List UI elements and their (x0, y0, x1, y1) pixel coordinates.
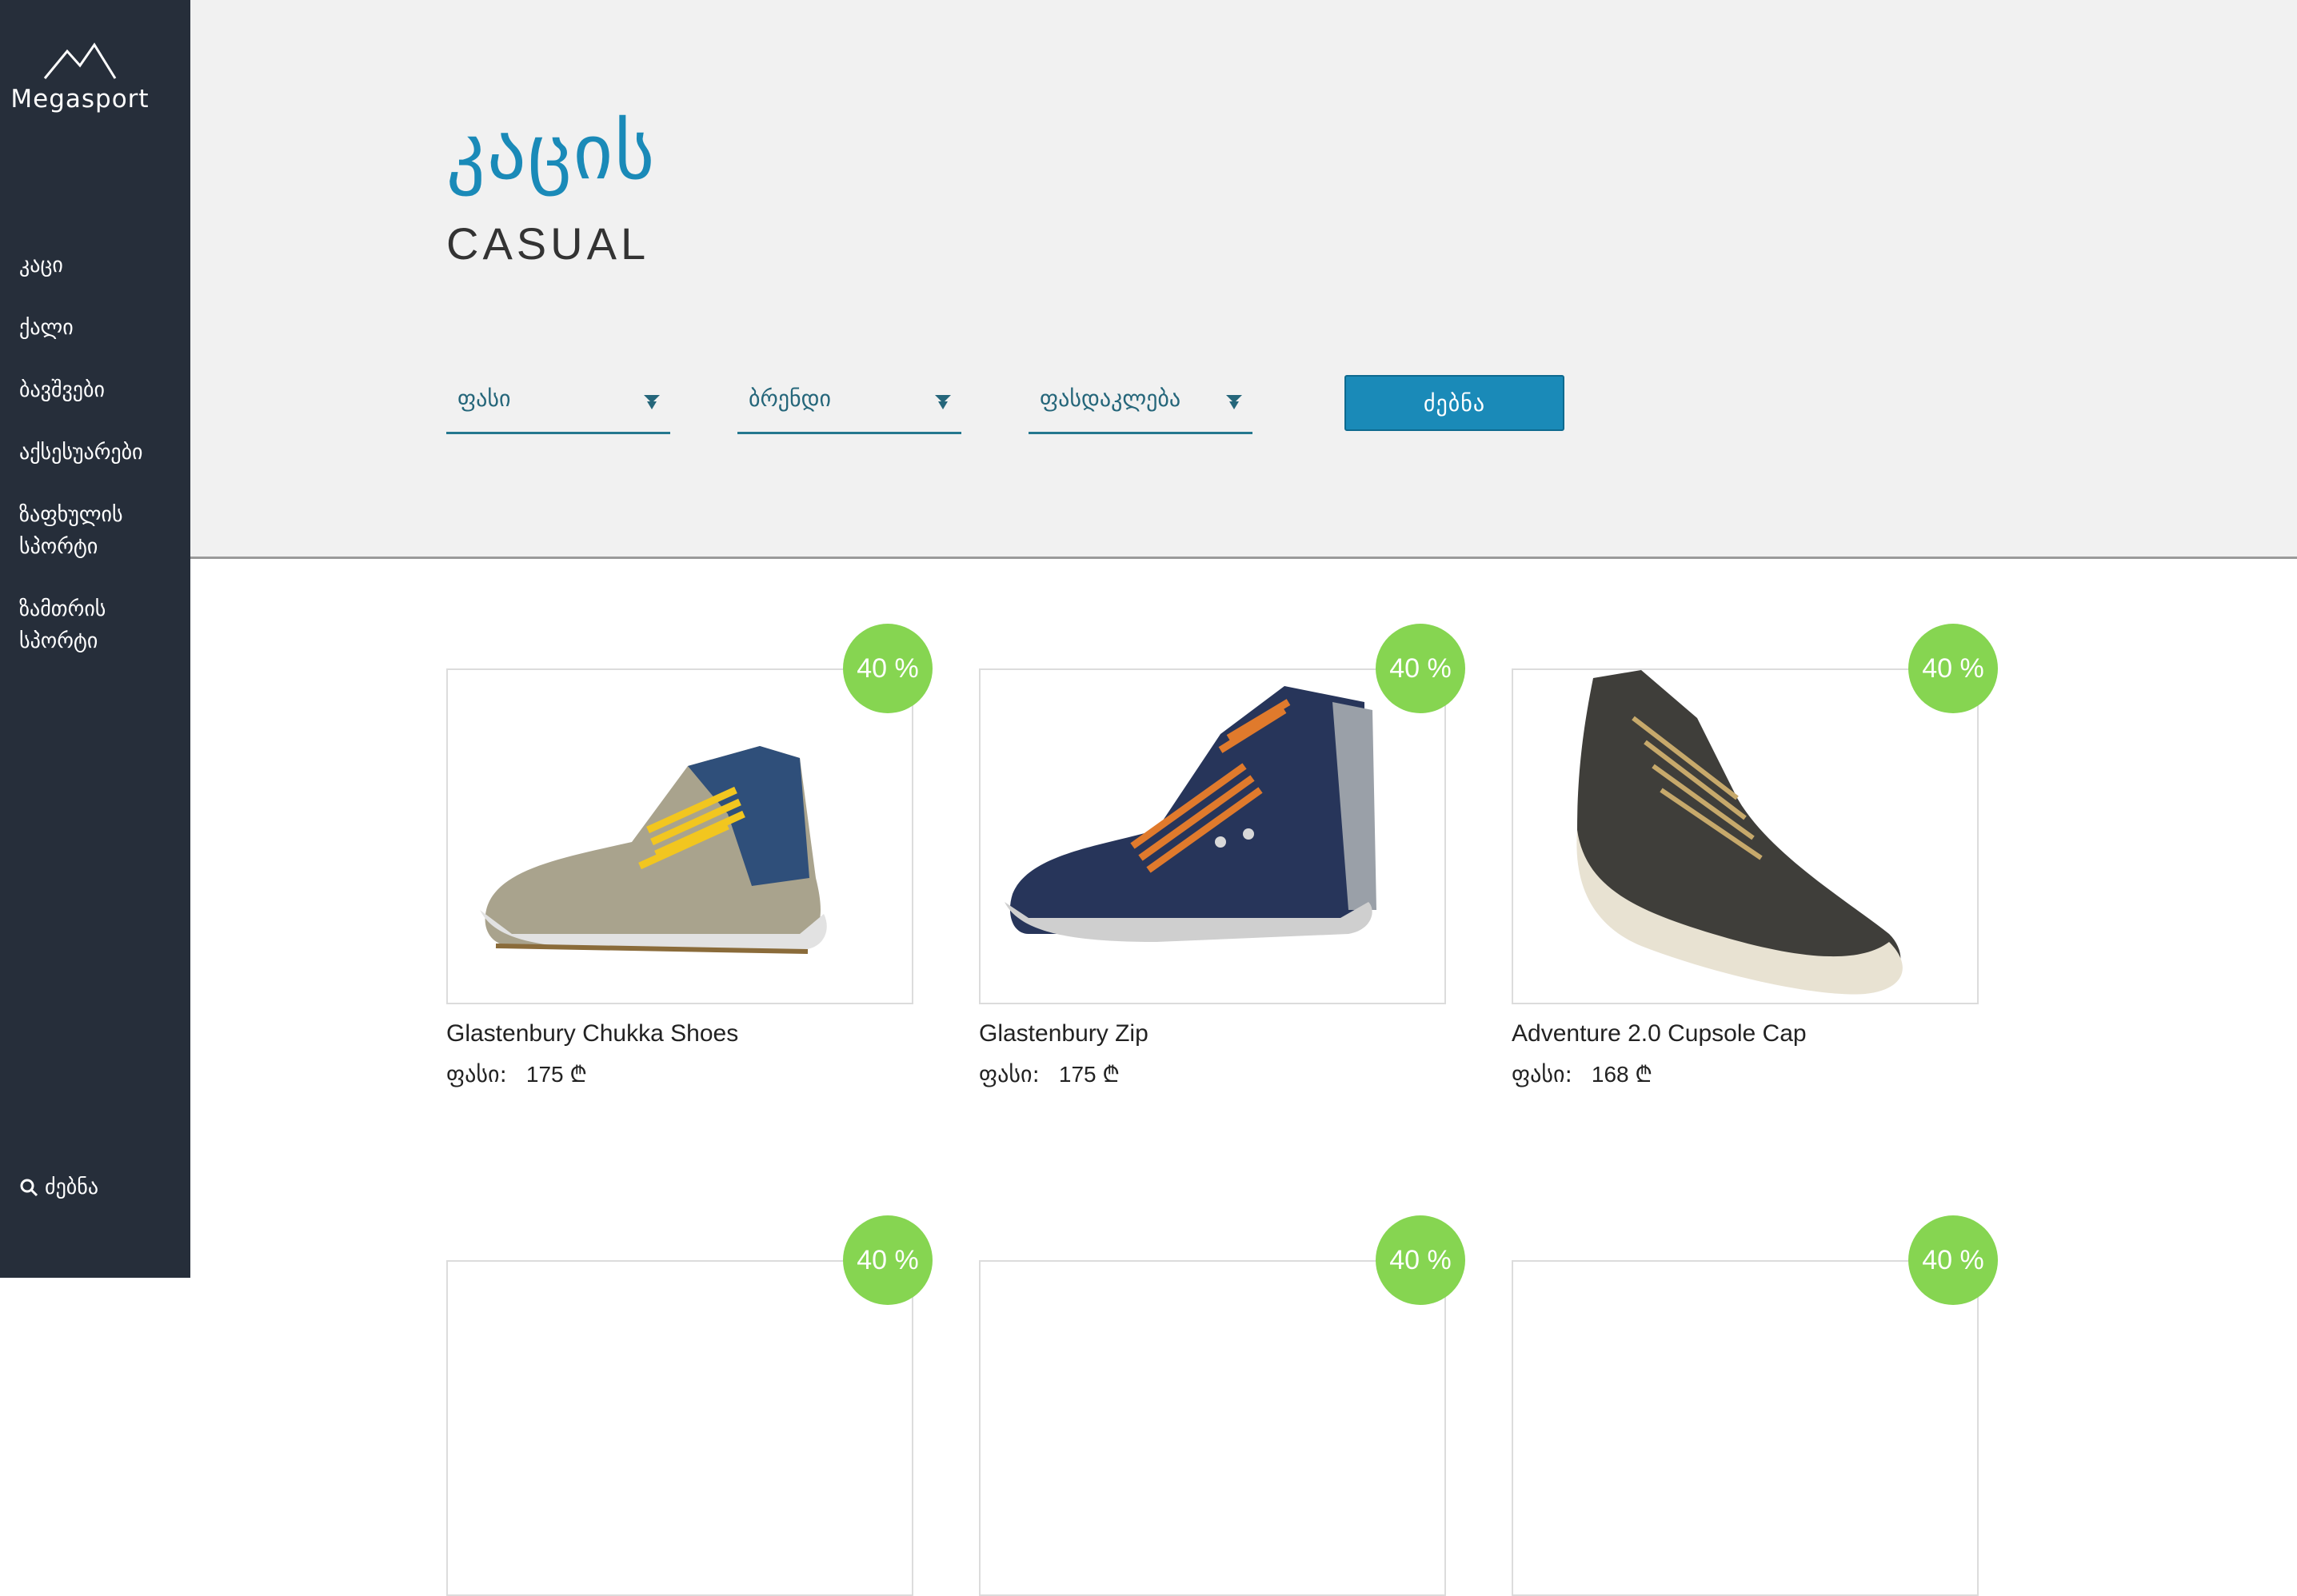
chevron-down-icon (935, 395, 951, 409)
boot-image (1576, 670, 1903, 995)
chevron-down-icon (644, 395, 660, 409)
page-title: კაცის (446, 107, 657, 197)
chevron-down-icon (1226, 395, 1242, 409)
nav-item-kids[interactable]: ბავშვები (19, 374, 163, 406)
main-nav: კაცი ქალი ბავშვები აქსესუარები ზაფხულის … (19, 249, 179, 688)
discount-badge: 40 % (843, 624, 933, 713)
search-button[interactable]: ძებნა (1344, 375, 1564, 431)
nav-item-winter-sport[interactable]: ზამთრის სპორტი (19, 593, 163, 657)
nav-item-accessories[interactable]: აქსესუარები (19, 437, 163, 469)
product-price: ფასი: 168 ₾ (1512, 1059, 1652, 1089)
price-filter-select[interactable]: ფასი (446, 377, 670, 434)
mountain-logo-icon (43, 42, 117, 79)
brand-filter-select[interactable]: ბრენდი (737, 377, 961, 434)
product-image[interactable] (1512, 1260, 1979, 1596)
price-value: 175 ₾ (525, 1062, 587, 1087)
nav-item-men[interactable]: კაცი (19, 249, 163, 281)
price-filter-label: ფასი (457, 385, 511, 412)
sidebar: Megasport კაცი ქალი ბავშვები აქსესუარები… (0, 0, 190, 1278)
sidebar-search[interactable]: ძებნა (19, 1175, 98, 1199)
sneaker-image (480, 746, 827, 954)
discount-filter-label: ფასდაკლება (1040, 385, 1181, 412)
nav-item-summer-sport[interactable]: ზაფხულის სპორტი (19, 499, 163, 563)
brand-name: Megasport (10, 85, 150, 114)
product-image[interactable] (446, 668, 913, 1004)
discount-badge: 40 % (1376, 624, 1465, 713)
price-value: 175 ₾ (1058, 1062, 1120, 1087)
logo[interactable]: Megasport (0, 42, 160, 114)
sidebar-search-label: ძებნა (45, 1175, 99, 1199)
price-label: ფასი: (446, 1061, 507, 1087)
product-image[interactable] (979, 1260, 1446, 1596)
discount-badge: 40 % (843, 1215, 933, 1305)
page-header: კაცის CASUAL ფასი ბრენდი ფასდაკლება ძებნ… (190, 0, 2297, 559)
product-image[interactable] (979, 668, 1446, 1004)
discount-filter-select[interactable]: ფასდაკლება (1029, 377, 1252, 434)
product-price: ფასი: 175 ₾ (979, 1059, 1120, 1089)
nav-item-women[interactable]: ქალი (19, 312, 163, 344)
discount-badge: 40 % (1376, 1215, 1465, 1305)
product-image[interactable] (446, 1260, 913, 1596)
product-image[interactable] (1512, 668, 1979, 1004)
product-price: ფასი: 175 ₾ (446, 1059, 587, 1089)
search-icon (20, 1179, 38, 1197)
page-subtitle: CASUAL (446, 218, 650, 269)
product-name[interactable]: Glastenbury Zip (979, 1020, 1148, 1047)
brand-filter-label: ბრენდი (749, 385, 832, 412)
discount-badge: 40 % (1908, 1215, 1998, 1305)
discount-badge: 40 % (1908, 624, 1998, 713)
product-name[interactable]: Glastenbury Chukka Shoes (446, 1020, 738, 1047)
price-label: ფასი: (979, 1061, 1040, 1087)
sneaker-image (1005, 686, 1376, 942)
product-name[interactable]: Adventure 2.0 Cupsole Cap (1512, 1020, 1807, 1047)
price-value: 168 ₾ (1591, 1062, 1652, 1087)
price-label: ფასი: (1512, 1061, 1572, 1087)
